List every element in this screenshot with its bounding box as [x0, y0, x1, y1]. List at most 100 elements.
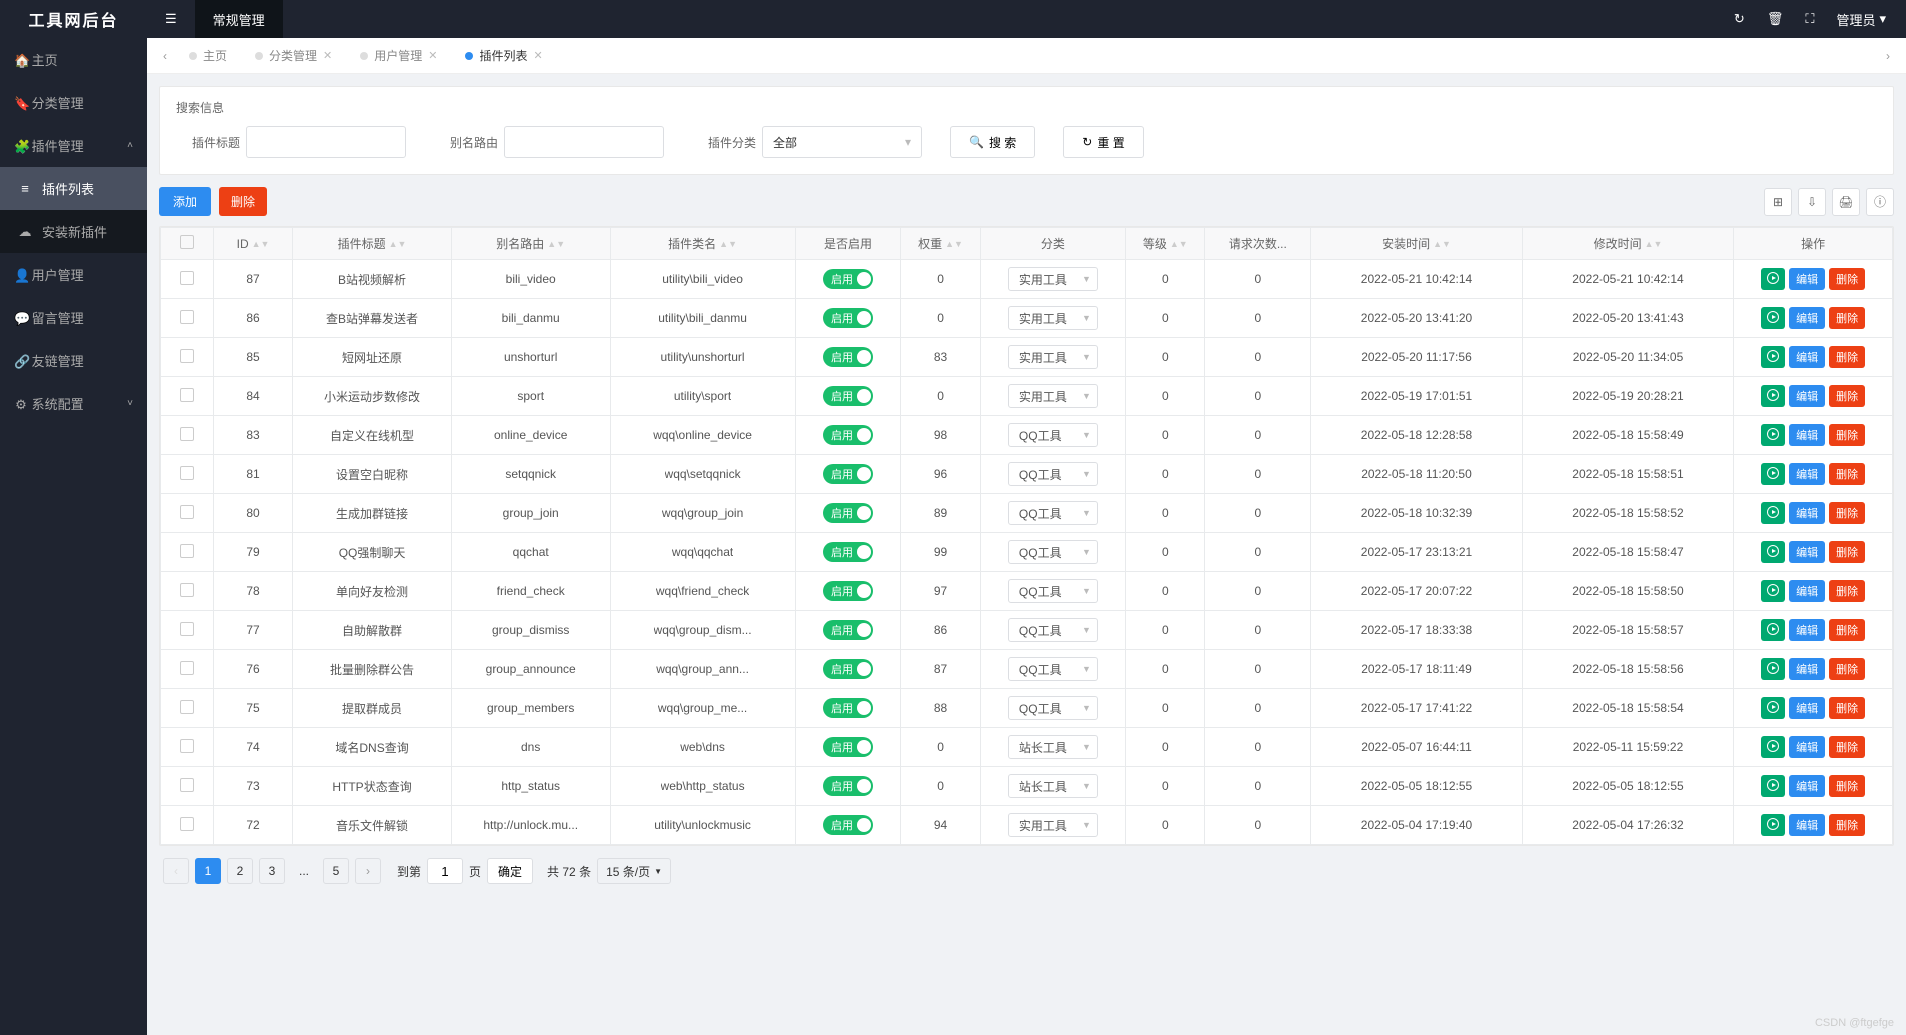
category-select[interactable]: QQ工具▼	[1008, 540, 1098, 564]
category-select[interactable]: 实用工具▼	[1008, 345, 1098, 369]
edit-button[interactable]: 编辑	[1789, 619, 1825, 641]
delete-row-button[interactable]: 删除	[1829, 502, 1865, 524]
enable-toggle[interactable]: 启用	[823, 425, 873, 445]
edit-button[interactable]: 编辑	[1789, 541, 1825, 563]
delete-row-button[interactable]: 删除	[1829, 268, 1865, 290]
run-button[interactable]	[1761, 736, 1785, 758]
page-1[interactable]: 1	[195, 858, 221, 884]
run-button[interactable]	[1761, 424, 1785, 446]
sort-icon[interactable]: ▲▼	[252, 242, 270, 247]
plugin-title-input[interactable]	[246, 126, 406, 158]
close-icon[interactable]: ✕	[534, 49, 543, 62]
edit-button[interactable]: 编辑	[1789, 385, 1825, 407]
category-select[interactable]: 实用工具▼	[1008, 267, 1098, 291]
admin-menu[interactable]: 管理员 ▾	[1836, 10, 1886, 29]
category-select[interactable]: 实用工具▼	[1008, 813, 1098, 837]
enable-toggle[interactable]: 启用	[823, 737, 873, 757]
sidebar-item-category[interactable]: 🔖 分类管理	[0, 81, 147, 124]
tabs-scroll-right[interactable]: ›	[1878, 49, 1898, 63]
row-checkbox[interactable]	[180, 310, 194, 324]
row-checkbox[interactable]	[180, 661, 194, 675]
sort-icon[interactable]: ▲▼	[719, 242, 737, 247]
run-button[interactable]	[1761, 580, 1785, 602]
run-button[interactable]	[1761, 268, 1785, 290]
category-select[interactable]: QQ工具▼	[1008, 579, 1098, 603]
row-checkbox[interactable]	[180, 583, 194, 597]
page-3[interactable]: 3	[259, 858, 285, 884]
sidebar-item-plugin[interactable]: 🧩 插件管理˄	[0, 124, 147, 167]
run-button[interactable]	[1761, 814, 1785, 836]
enable-toggle[interactable]: 启用	[823, 347, 873, 367]
delete-row-button[interactable]: 删除	[1829, 814, 1865, 836]
edit-button[interactable]: 编辑	[1789, 268, 1825, 290]
tab-分类管理[interactable]: 分类管理✕	[241, 38, 346, 74]
close-icon[interactable]: ✕	[323, 49, 332, 62]
export-icon[interactable]: ⇩	[1798, 188, 1826, 216]
enable-toggle[interactable]: 启用	[823, 815, 873, 835]
sidebar-item-home[interactable]: 🏠 主页	[0, 38, 147, 81]
page-2[interactable]: 2	[227, 858, 253, 884]
run-button[interactable]	[1761, 697, 1785, 719]
row-checkbox[interactable]	[180, 388, 194, 402]
delete-row-button[interactable]: 删除	[1829, 463, 1865, 485]
columns-icon[interactable]: ⊞	[1764, 188, 1792, 216]
refresh-icon[interactable]: ↻	[1734, 11, 1745, 27]
sidebar-item-message[interactable]: 💬 留言管理	[0, 296, 147, 339]
edit-button[interactable]: 编辑	[1789, 580, 1825, 602]
delete-row-button[interactable]: 删除	[1829, 736, 1865, 758]
row-checkbox[interactable]	[180, 817, 194, 831]
row-checkbox[interactable]	[180, 505, 194, 519]
run-button[interactable]	[1761, 346, 1785, 368]
page-5[interactable]: 5	[323, 858, 349, 884]
run-button[interactable]	[1761, 775, 1785, 797]
alias-input[interactable]	[504, 126, 664, 158]
sidebar-item-link[interactable]: 🔗 友链管理	[0, 339, 147, 382]
row-checkbox[interactable]	[180, 349, 194, 363]
search-button[interactable]: 🔍 搜 索	[950, 126, 1035, 158]
category-select[interactable]: 全部 ▾	[762, 126, 922, 158]
enable-toggle[interactable]: 启用	[823, 581, 873, 601]
edit-button[interactable]: 编辑	[1789, 775, 1825, 797]
edit-button[interactable]: 编辑	[1789, 697, 1825, 719]
enable-toggle[interactable]: 启用	[823, 269, 873, 289]
delete-button[interactable]: 删除	[219, 187, 267, 216]
category-select[interactable]: QQ工具▼	[1008, 501, 1098, 525]
run-button[interactable]	[1761, 307, 1785, 329]
category-select[interactable]: QQ工具▼	[1008, 462, 1098, 486]
reset-button[interactable]: ↻ 重 置	[1063, 126, 1143, 158]
delete-row-button[interactable]: 删除	[1829, 385, 1865, 407]
sidebar-item-system[interactable]: ⚙ 系统配置˅	[0, 382, 147, 425]
trash-icon[interactable]: 🗑	[1767, 11, 1784, 27]
tab-插件列表[interactable]: 插件列表✕	[451, 38, 556, 74]
run-button[interactable]	[1761, 619, 1785, 641]
tab-用户管理[interactable]: 用户管理✕	[346, 38, 451, 74]
sort-icon[interactable]: ▲▼	[1645, 242, 1663, 247]
delete-row-button[interactable]: 删除	[1829, 619, 1865, 641]
enable-toggle[interactable]: 启用	[823, 698, 873, 718]
edit-button[interactable]: 编辑	[1789, 424, 1825, 446]
info-icon[interactable]: ⓘ	[1866, 188, 1894, 216]
category-select[interactable]: 实用工具▼	[1008, 384, 1098, 408]
row-checkbox[interactable]	[180, 700, 194, 714]
sidebar-item-plugin-install[interactable]: ☁ 安装新插件	[0, 210, 147, 253]
edit-button[interactable]: 编辑	[1789, 658, 1825, 680]
goto-input[interactable]	[427, 858, 463, 884]
tab-主页[interactable]: 主页	[175, 38, 241, 74]
add-button[interactable]: 添加	[159, 187, 211, 216]
close-icon[interactable]: ✕	[428, 49, 437, 62]
sidebar-toggle[interactable]: ☰	[147, 0, 195, 38]
goto-confirm[interactable]: 确定	[487, 858, 533, 884]
category-select[interactable]: QQ工具▼	[1008, 423, 1098, 447]
sort-icon[interactable]: ▲▼	[1433, 242, 1451, 247]
edit-button[interactable]: 编辑	[1789, 463, 1825, 485]
edit-button[interactable]: 编辑	[1789, 346, 1825, 368]
sidebar-item-plugin-list[interactable]: ≡ 插件列表	[0, 167, 147, 210]
row-checkbox[interactable]	[180, 739, 194, 753]
run-button[interactable]	[1761, 385, 1785, 407]
enable-toggle[interactable]: 启用	[823, 386, 873, 406]
delete-row-button[interactable]: 删除	[1829, 697, 1865, 719]
run-button[interactable]	[1761, 502, 1785, 524]
print-icon[interactable]: 🖨	[1832, 188, 1860, 216]
delete-row-button[interactable]: 删除	[1829, 307, 1865, 329]
enable-toggle[interactable]: 启用	[823, 620, 873, 640]
